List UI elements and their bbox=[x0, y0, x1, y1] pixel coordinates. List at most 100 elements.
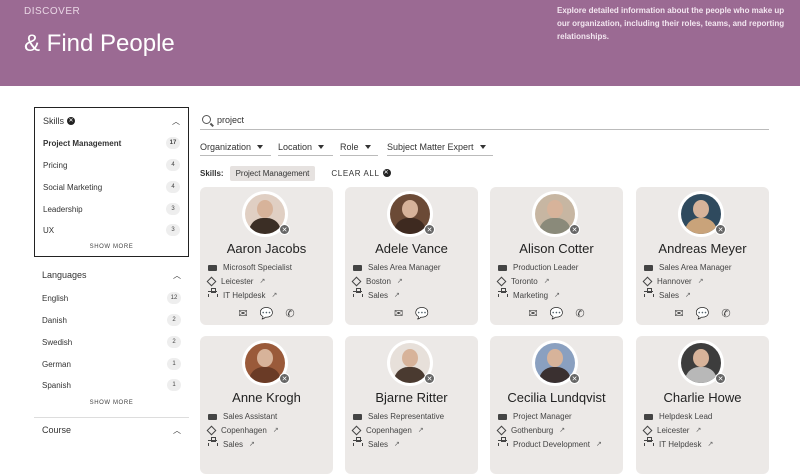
clear-skills-icon[interactable]: ✕ bbox=[67, 117, 76, 125]
person-team-row[interactable]: IT Helpdesk ↗ bbox=[208, 288, 327, 301]
mail-icon[interactable]: ✉ bbox=[238, 307, 247, 320]
avatar[interactable]: ✕ bbox=[678, 191, 726, 237]
language-option[interactable]: Swedish 2 bbox=[42, 335, 181, 349]
person-location[interactable]: Copenhagen bbox=[366, 426, 412, 435]
external-link-icon[interactable]: ↗ bbox=[695, 426, 701, 434]
chevron-up-icon[interactable]: ︿ bbox=[173, 425, 181, 436]
person-card[interactable]: ✕ Adele Vance Sales Area Manager Boston ↗ Sal… bbox=[345, 187, 478, 325]
person-team[interactable]: Product Development bbox=[513, 440, 590, 449]
person-name[interactable]: Cecilia Lundqvist bbox=[490, 390, 623, 405]
languages-show-more-button[interactable]: SHOW MORE bbox=[34, 400, 189, 406]
avatar[interactable]: ✕ bbox=[387, 340, 435, 386]
external-link-icon[interactable]: ↗ bbox=[708, 440, 714, 448]
chat-icon[interactable]: 💬 bbox=[550, 307, 564, 320]
person-location[interactable]: Copenhagen bbox=[221, 426, 267, 435]
person-card[interactable]: ✕ Anne Krogh Sales Assistant Copenhagen ↗ Sal… bbox=[200, 336, 333, 474]
person-card[interactable]: ✕ Alison Cotter Production Leader Toronto ↗ M… bbox=[490, 187, 623, 325]
languages-facet-header[interactable]: Languages ︿ bbox=[42, 268, 181, 282]
filter-role[interactable]: Role bbox=[340, 138, 378, 156]
person-name[interactable]: Aaron Jacobs bbox=[200, 241, 333, 256]
external-link-icon[interactable]: ↗ bbox=[273, 426, 279, 434]
person-team[interactable]: Sales bbox=[368, 291, 388, 300]
external-link-icon[interactable]: ↗ bbox=[554, 291, 560, 299]
chat-icon[interactable]: 💬 bbox=[696, 307, 710, 320]
mail-icon[interactable]: ✉ bbox=[674, 307, 683, 320]
person-location[interactable]: Hannover bbox=[657, 277, 692, 286]
course-facet-header[interactable]: Course ︿ bbox=[42, 423, 181, 437]
avatar[interactable]: ✕ bbox=[242, 191, 290, 237]
skill-option[interactable]: Pricing 4 bbox=[43, 158, 180, 172]
person-team-row[interactable]: Sales ↗ bbox=[644, 288, 763, 301]
avatar[interactable]: ✕ bbox=[532, 340, 580, 386]
person-name[interactable]: Charlie Howe bbox=[636, 390, 769, 405]
external-link-icon[interactable]: ↗ bbox=[394, 440, 400, 448]
person-card[interactable]: ✕ Andreas Meyer Sales Area Manager Hannover… bbox=[636, 187, 769, 325]
person-location-row[interactable]: Leicester ↗ bbox=[206, 275, 327, 287]
external-link-icon[interactable]: ↗ bbox=[544, 277, 550, 285]
person-team-row[interactable]: IT Helpdesk ↗ bbox=[644, 437, 763, 450]
external-link-icon[interactable]: ↗ bbox=[259, 277, 265, 285]
person-location-row[interactable]: Leicester ↗ bbox=[642, 424, 763, 436]
external-link-icon[interactable]: ↗ bbox=[394, 291, 400, 299]
external-link-icon[interactable]: ↗ bbox=[249, 440, 255, 448]
phone-icon[interactable]: ✆ bbox=[575, 307, 584, 320]
chevron-up-icon[interactable]: ︿ bbox=[172, 116, 180, 127]
skill-option[interactable]: UX 3 bbox=[43, 223, 180, 237]
person-team[interactable]: Sales bbox=[368, 440, 388, 449]
skills-facet-header[interactable]: Skills ✕ ︿ bbox=[43, 114, 180, 128]
person-card[interactable]: ✕ Bjarne Ritter Sales Representative Copenh… bbox=[345, 336, 478, 474]
skills-show-more-button[interactable]: SHOW MORE bbox=[35, 244, 188, 250]
person-team[interactable]: Sales bbox=[659, 291, 679, 300]
external-link-icon[interactable]: ↗ bbox=[272, 291, 278, 299]
filter-subject-matter-expert[interactable]: Subject Matter Expert bbox=[387, 138, 493, 156]
search-input[interactable]: project bbox=[217, 115, 244, 125]
mail-icon[interactable]: ✉ bbox=[394, 307, 403, 320]
chat-icon[interactable]: 💬 bbox=[260, 307, 274, 320]
person-card[interactable]: ✕ Cecilia Lundqvist Project Manager Gothenb… bbox=[490, 336, 623, 474]
person-name[interactable]: Anne Krogh bbox=[200, 390, 333, 405]
language-option[interactable]: Danish 2 bbox=[42, 313, 181, 327]
clear-all-button[interactable]: CLEAR ALL ✕ bbox=[331, 169, 391, 178]
avatar[interactable]: ✕ bbox=[678, 340, 726, 386]
filter-location[interactable]: Location bbox=[278, 138, 333, 156]
person-location-row[interactable]: Boston ↗ bbox=[351, 275, 472, 287]
person-location-row[interactable]: Hannover ↗ bbox=[642, 275, 763, 287]
person-location[interactable]: Toronto bbox=[511, 277, 538, 286]
external-link-icon[interactable]: ↗ bbox=[418, 426, 424, 434]
person-location[interactable]: Boston bbox=[366, 277, 391, 286]
person-location-row[interactable]: Copenhagen ↗ bbox=[351, 424, 472, 436]
language-option[interactable]: English 12 bbox=[42, 291, 181, 305]
person-location-row[interactable]: Gothenburg ↗ bbox=[496, 424, 617, 436]
external-link-icon[interactable]: ↗ bbox=[397, 277, 403, 285]
person-name[interactable]: Alison Cotter bbox=[490, 241, 623, 256]
person-team[interactable]: IT Helpdesk bbox=[659, 440, 702, 449]
chevron-up-icon[interactable]: ︿ bbox=[173, 270, 181, 281]
person-location-row[interactable]: Toronto ↗ bbox=[496, 275, 617, 287]
person-card[interactable]: ✕ Charlie Howe Helpdesk Lead Leicester ↗ IT H… bbox=[636, 336, 769, 474]
filter-organization[interactable]: Organization bbox=[200, 138, 271, 156]
phone-icon[interactable]: ✆ bbox=[285, 307, 294, 320]
person-team-row[interactable]: Sales ↗ bbox=[208, 437, 327, 450]
person-name[interactable]: Andreas Meyer bbox=[636, 241, 769, 256]
person-name[interactable]: Bjarne Ritter bbox=[345, 390, 478, 405]
skill-option[interactable]: Leadership 3 bbox=[43, 202, 180, 216]
phone-icon[interactable]: ✆ bbox=[721, 307, 730, 320]
mail-icon[interactable]: ✉ bbox=[528, 307, 537, 320]
active-filter-chip[interactable]: Project Management bbox=[229, 165, 316, 181]
person-team[interactable]: IT Helpdesk bbox=[223, 291, 266, 300]
person-team-row[interactable]: Marketing ↗ bbox=[498, 288, 617, 301]
person-team[interactable]: Marketing bbox=[513, 291, 548, 300]
person-name[interactable]: Adele Vance bbox=[345, 241, 478, 256]
person-team[interactable]: Sales bbox=[223, 440, 243, 449]
skill-option[interactable]: Project Management 17 bbox=[43, 136, 180, 150]
person-team-row[interactable]: Sales ↗ bbox=[353, 437, 472, 450]
search-bar[interactable]: project bbox=[200, 110, 769, 130]
external-link-icon[interactable]: ↗ bbox=[698, 277, 704, 285]
person-location[interactable]: Leicester bbox=[657, 426, 689, 435]
person-location[interactable]: Gothenburg bbox=[511, 426, 553, 435]
external-link-icon[interactable]: ↗ bbox=[596, 440, 602, 448]
person-team-row[interactable]: Sales ↗ bbox=[353, 288, 472, 301]
external-link-icon[interactable]: ↗ bbox=[685, 291, 691, 299]
language-option[interactable]: Spanish 1 bbox=[42, 378, 181, 392]
person-location[interactable]: Leicester bbox=[221, 277, 253, 286]
